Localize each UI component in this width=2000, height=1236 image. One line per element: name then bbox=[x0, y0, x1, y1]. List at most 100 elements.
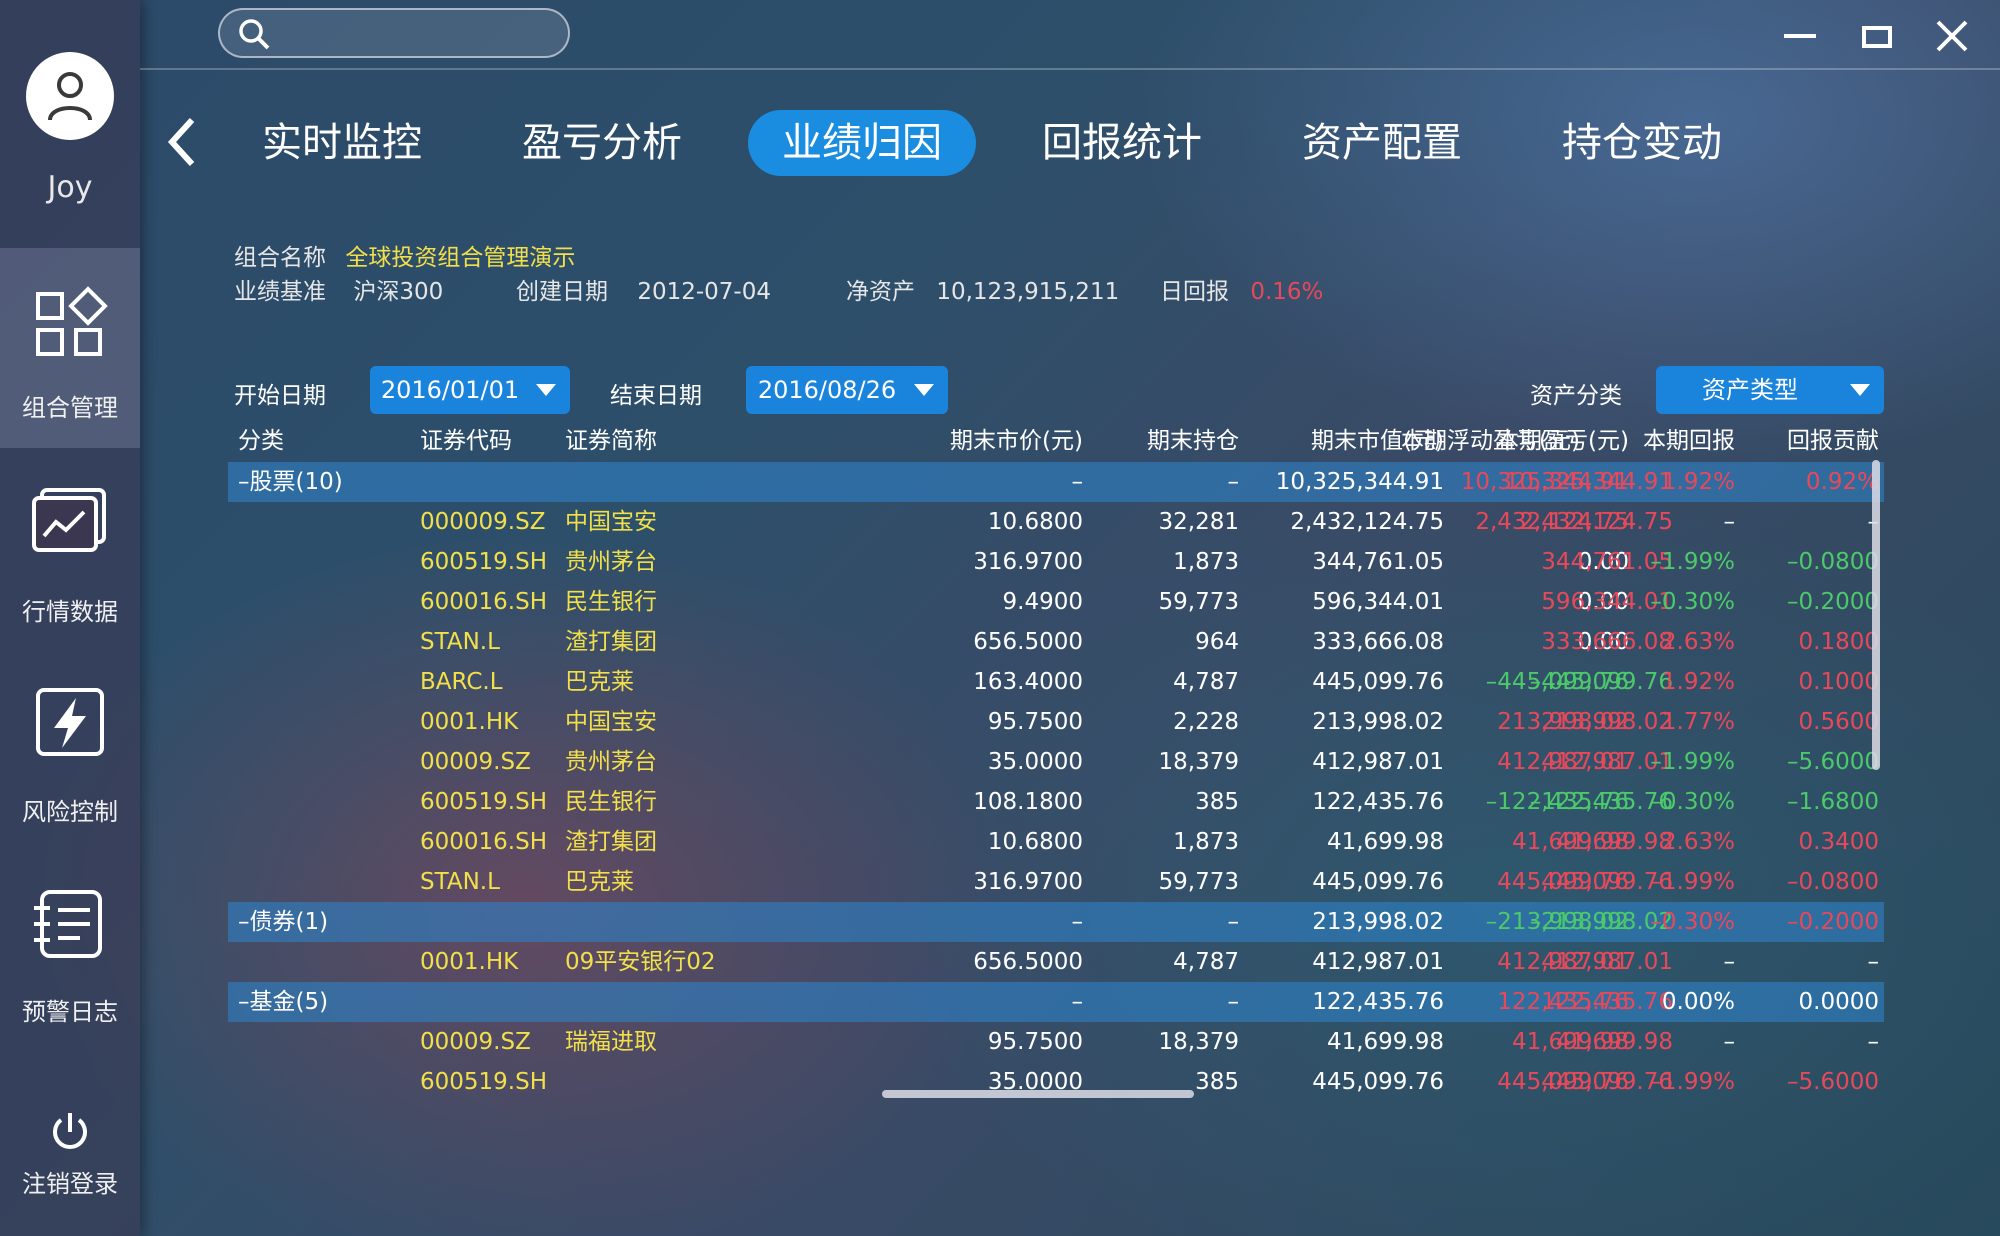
avatar[interactable] bbox=[26, 52, 114, 140]
cell-code: 0001.HK bbox=[420, 709, 519, 735]
cell-float-pnl: 213,998.02 bbox=[1541, 709, 1673, 735]
header-period-return[interactable]: 本期回报 bbox=[1643, 420, 1735, 462]
cell-return-contribution: 0.1000 bbox=[1798, 669, 1879, 695]
cell-code: 600519.SH bbox=[420, 549, 548, 575]
cell-category: –基金(5) bbox=[238, 989, 329, 1015]
header-end-position[interactable]: 期末持仓 bbox=[1147, 420, 1239, 462]
cell-return-contribution: – bbox=[1867, 1029, 1880, 1055]
cell-end-price: 163.4000 bbox=[973, 669, 1083, 695]
cell-return-contribution: –0.2000 bbox=[1787, 589, 1879, 615]
cell-code: 00009.SZ bbox=[420, 749, 531, 775]
table-row[interactable]: 00009.SZ 贵州茅台 35.0000 18,379 412,987.01 412,9… bbox=[228, 742, 1884, 782]
cell-end-position: – bbox=[1227, 989, 1240, 1015]
cell-period-return: 1.77% bbox=[1661, 709, 1735, 735]
tab-position-changes[interactable]: 持仓变动 bbox=[1542, 110, 1742, 176]
vertical-scrollbar[interactable] bbox=[1872, 460, 1880, 770]
cell-code: 000009.SZ bbox=[420, 509, 546, 535]
chevron-down-icon bbox=[536, 384, 556, 396]
table-row[interactable]: 600016.SH 民生银行 9.4900 59,773 596,344.01 0.00 5… bbox=[228, 582, 1884, 622]
sidebar-item-market[interactable]: 行情数据 bbox=[0, 448, 140, 648]
tab-return-statistics[interactable]: 回报统计 bbox=[1022, 110, 1222, 176]
cell-return-contribution: 0.1800 bbox=[1798, 629, 1879, 655]
logout-label: 注销登录 bbox=[22, 1170, 118, 1198]
table-group-row[interactable]: –基金(5) – –122,435.76 122,435.76 122,435.76 0.… bbox=[228, 982, 1884, 1022]
table-row[interactable]: STAN.L 巴克莱 316.9700 59,773 445,099.76 445,099… bbox=[228, 862, 1884, 902]
tab-realtime-monitor[interactable]: 实时监控 bbox=[242, 110, 442, 176]
net-asset-value: 10,123,915,211 bbox=[936, 279, 1120, 305]
cell-period-return: 2.63% bbox=[1661, 829, 1735, 855]
header-short-name[interactable]: 证券简称 bbox=[565, 420, 657, 462]
tab-asset-allocation[interactable]: 资产配置 bbox=[1282, 110, 1482, 176]
cell-return-contribution: –5.6000 bbox=[1787, 1069, 1879, 1095]
cell-float-pnl: 10,325,344.91 bbox=[1504, 469, 1673, 495]
table-row[interactable]: 0001.HK 09平安银行02 656.5000 4,787 412,987.01 41… bbox=[228, 942, 1884, 982]
table-row[interactable]: 000009.SZ 中国宝安 10.6800 32,281 2,432,124.75 2,… bbox=[228, 502, 1884, 542]
cell-code: STAN.L bbox=[420, 629, 500, 655]
tab-performance-attribution[interactable]: 业绩归因 bbox=[748, 110, 976, 176]
cell-end-market-value: 333,666.08 bbox=[1312, 629, 1444, 655]
market-chart-icon bbox=[32, 488, 106, 552]
header-end-price[interactable]: 期末市价(元) bbox=[950, 420, 1083, 462]
cell-end-market-value: 41,699.98 bbox=[1326, 1029, 1444, 1055]
table-row[interactable]: BARC.L 巴克莱 163.4000 4,787 445,099.76 –445,099… bbox=[228, 662, 1884, 702]
cell-period-return: 1.92% bbox=[1661, 469, 1735, 495]
start-date-select[interactable]: 2016/01/01 bbox=[370, 366, 570, 414]
portfolio-name-value: 全球投资组合管理演示 bbox=[345, 245, 576, 271]
maximize-icon[interactable] bbox=[1854, 14, 1898, 58]
cell-end-price: 35.0000 bbox=[987, 749, 1083, 775]
end-date-label: 结束日期 bbox=[610, 383, 702, 409]
created-date-info: 创建日期 2012-07-04 bbox=[516, 272, 771, 306]
close-icon[interactable] bbox=[1930, 14, 1974, 58]
benchmark-value: 沪深300 bbox=[353, 279, 444, 305]
cell-short-name: 巴克莱 bbox=[565, 669, 634, 695]
back-icon[interactable] bbox=[162, 112, 202, 172]
table-row[interactable]: STAN.L 渣打集团 656.5000 964 333,666.08 0.00 333,6… bbox=[228, 622, 1884, 662]
user-profile[interactable]: Joy bbox=[0, 0, 140, 248]
table-row[interactable]: 600016.SH 渣打集团 10.6800 1,873 41,699.98 41,699… bbox=[228, 822, 1884, 862]
table-row[interactable]: 600519.SH 贵州茅台 316.9700 1,873 344,761.05 0.00… bbox=[228, 542, 1884, 582]
sidebar-item-portfolio[interactable]: 组合管理 bbox=[0, 248, 140, 448]
cell-return-contribution: –5.6000 bbox=[1787, 749, 1879, 775]
cell-short-name: 民生银行 bbox=[565, 589, 657, 615]
portfolio-name-row: 组合名称 全球投资组合管理演示 bbox=[234, 238, 575, 272]
cell-short-name: 渣打集团 bbox=[565, 829, 657, 855]
cell-code: 0001.HK bbox=[420, 949, 519, 975]
table-group-row[interactable]: –债券(1) – –213,998.02 –213,998.02 –213,998.02… bbox=[228, 902, 1884, 942]
cell-code: STAN.L bbox=[420, 869, 500, 895]
start-date-value: 2016/01/01 bbox=[380, 376, 520, 404]
minimize-icon[interactable] bbox=[1778, 14, 1822, 58]
cell-code: BARC.L bbox=[420, 669, 503, 695]
table-row[interactable]: 00009.SZ 瑞福进取 95.7500 18,379 41,699.98 41,699… bbox=[228, 1022, 1884, 1062]
cell-end-market-value: 596,344.01 bbox=[1312, 589, 1444, 615]
net-asset-label: 净资产 bbox=[846, 279, 915, 305]
sidebar-item-risk[interactable]: 风险控制 bbox=[0, 648, 140, 848]
cell-short-name: 巴克莱 bbox=[565, 869, 634, 895]
tab-pnl-analysis[interactable]: 盈亏分析 bbox=[502, 110, 702, 176]
cell-period-return: – bbox=[1723, 509, 1736, 535]
end-date-select[interactable]: 2016/08/26 bbox=[746, 366, 948, 414]
logout-button[interactable]: 注销登录 bbox=[0, 1100, 140, 1210]
horizontal-scrollbar[interactable] bbox=[882, 1090, 1194, 1098]
cell-period-return: –0.30% bbox=[1650, 789, 1735, 815]
search-input[interactable] bbox=[218, 8, 570, 58]
table-group-row[interactable]: –股票(10) – –10,325,344.91 10,325,344.91 10,32… bbox=[228, 462, 1884, 502]
cell-short-name: 09平安银行02 bbox=[565, 949, 716, 975]
holdings-table: 分类 证券代码 证券简称 期末市价(元) 期末持仓 期末市值(元) 本期盈亏(元… bbox=[228, 420, 1884, 1102]
header-return-contribution[interactable]: 回报贡献 bbox=[1787, 420, 1879, 462]
asset-class-label: 资产分类 bbox=[1530, 383, 1622, 409]
table-row[interactable]: 0001.HK 中国宝安 95.7500 2,228 213,998.02 213,998… bbox=[228, 702, 1884, 742]
cell-short-name: 民生银行 bbox=[565, 789, 657, 815]
cell-return-contribution: –0.0800 bbox=[1787, 869, 1879, 895]
header-code[interactable]: 证券代码 bbox=[420, 420, 512, 462]
cell-end-position: 2,228 bbox=[1173, 709, 1239, 735]
cell-end-price: 656.5000 bbox=[973, 949, 1083, 975]
cell-period-return: –1.99% bbox=[1650, 1069, 1735, 1095]
table-row[interactable]: 600519.SH 民生银行 108.1800 385 122,435.76 –122,4… bbox=[228, 782, 1884, 822]
header-category[interactable]: 分类 bbox=[238, 420, 284, 462]
net-asset-info: 净资产 10,123,915,211 bbox=[846, 272, 1119, 306]
cell-end-market-value: 445,099.76 bbox=[1312, 669, 1444, 695]
sidebar-item-alerts[interactable]: 预警日志 bbox=[0, 848, 140, 1048]
cell-end-price: 95.7500 bbox=[987, 1029, 1083, 1055]
asset-class-select[interactable]: 资产类型 bbox=[1656, 366, 1884, 414]
cell-end-price: – bbox=[1071, 909, 1084, 935]
